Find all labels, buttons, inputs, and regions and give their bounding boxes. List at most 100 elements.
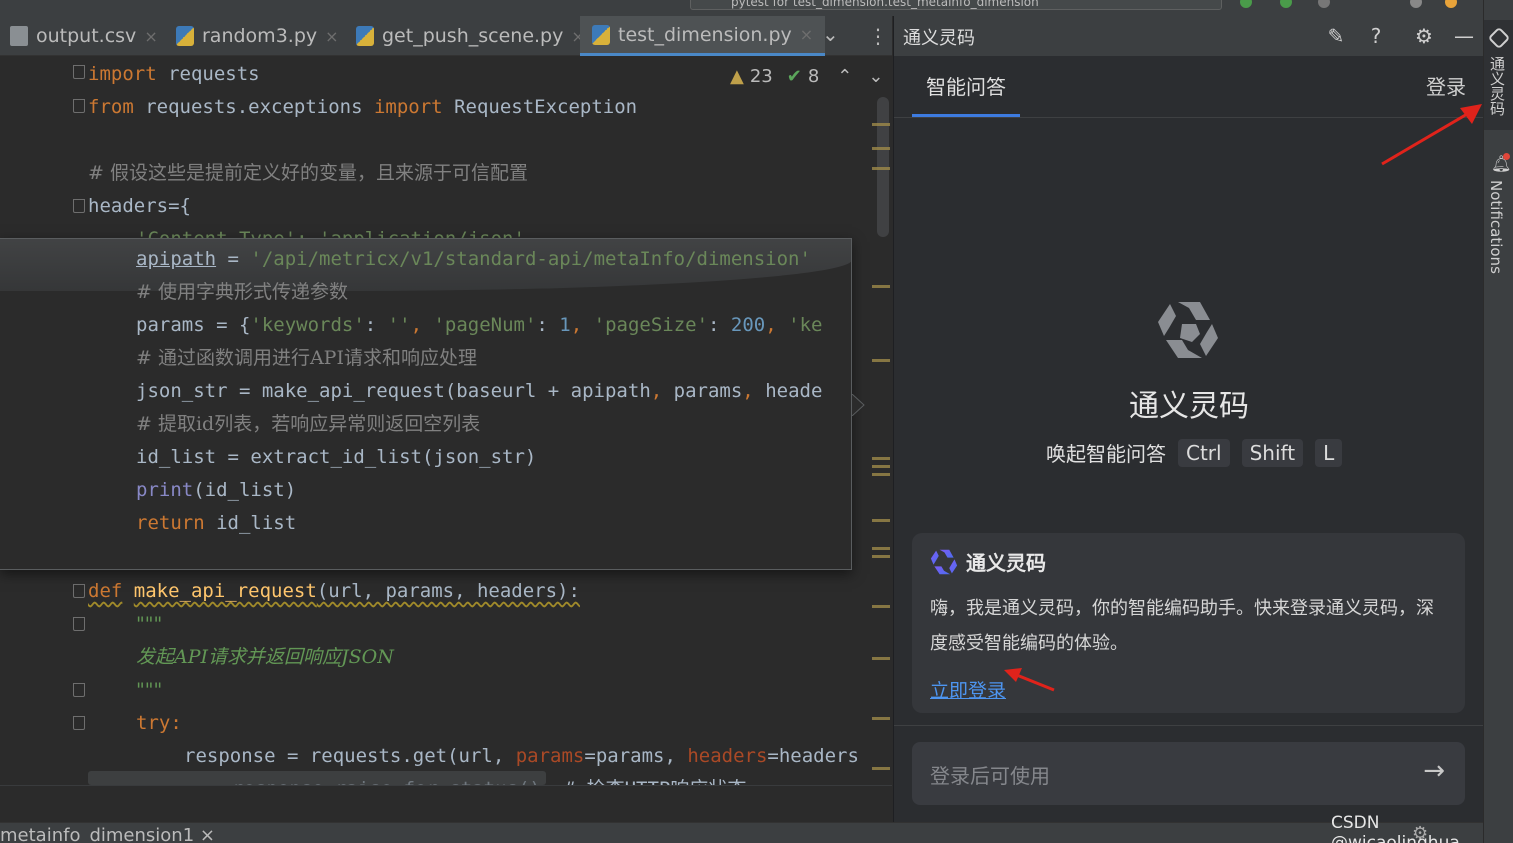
python-file-icon xyxy=(176,26,194,46)
python-file-icon xyxy=(356,26,374,46)
run-icon[interactable] xyxy=(1240,0,1252,8)
warning-icon: ▲ xyxy=(730,66,744,87)
error-stripe-mark[interactable] xyxy=(872,767,890,770)
key-shift: Shift xyxy=(1241,438,1304,467)
check-icon: ✔ xyxy=(786,66,802,87)
error-stripe-mark[interactable] xyxy=(872,717,890,720)
card-body: 嗨，我是通义灵码，你的智能编码助手。快来登录通义灵码，深度感受智能编码的体验。 xyxy=(930,598,1434,654)
tongyi-logo-icon xyxy=(1158,302,1218,358)
search-icon[interactable] xyxy=(1410,0,1422,8)
code-line: id_list = extract_id_list(json_str) xyxy=(136,446,537,468)
tool-window-tongyi[interactable]: 通义灵码 xyxy=(1487,56,1508,116)
error-stripe-mark[interactable] xyxy=(872,473,890,476)
tab-smart-qa[interactable]: 智能问答 xyxy=(912,56,1020,117)
docstring: """ xyxy=(136,613,163,635)
fold-marker-icon[interactable] xyxy=(73,99,85,113)
debug-icon[interactable] xyxy=(1280,0,1292,8)
login-now-link[interactable]: 立即登录 xyxy=(930,676,1006,703)
code-comment: # 提取id列表，若响应异常则返回空列表 xyxy=(136,413,481,435)
docstring: """ xyxy=(136,679,163,701)
tab-label: output.csv xyxy=(36,25,137,47)
error-stripe-mark[interactable] xyxy=(872,457,890,460)
error-stripe-mark[interactable] xyxy=(872,167,890,170)
edit-icon[interactable]: ✎ xyxy=(1322,22,1350,50)
code-comment: # 通过函数调用进行API请求和响应处理 xyxy=(136,347,477,369)
tool-window-notifications[interactable]: Notifications xyxy=(1487,180,1505,274)
key-ctrl: Ctrl xyxy=(1178,438,1230,467)
close-icon[interactable]: × xyxy=(144,27,157,46)
code-line: json_str = make_api_request(baseurl + ap… xyxy=(136,380,823,402)
csv-file-icon xyxy=(10,26,28,46)
tongyi-lingma-panel: 通义灵码 ✎ ? ⚙ — 智能问答 登录 通义灵码 唤起智能问答 Ctrl Sh… xyxy=(893,16,1484,822)
popup-pointer xyxy=(851,394,865,416)
tab-get-push-scene[interactable]: get_push_scene.py × xyxy=(356,16,585,56)
error-stripe-mark[interactable] xyxy=(872,147,890,150)
watermark: CSDN @wjcaolinghua xyxy=(1331,813,1460,843)
code-line: headers={ xyxy=(88,195,191,217)
fold-marker-icon[interactable] xyxy=(73,683,85,697)
tab-test-dimension[interactable]: test_dimension.py × xyxy=(580,16,826,56)
code-line: def make_api_request(url, params, header… xyxy=(88,580,580,602)
code-line: import requests xyxy=(88,63,260,85)
right-tool-strip: 通义灵码 🔔︎ Notifications xyxy=(1483,0,1513,843)
tab-output-csv[interactable]: output.csv × xyxy=(10,16,158,56)
shortcut-hint: 唤起智能问答 Ctrl Shift L xyxy=(1046,438,1343,467)
error-stripe-mark[interactable] xyxy=(872,605,890,608)
notification-dot xyxy=(1503,153,1510,160)
chevron-down-icon[interactable]: ⌄ xyxy=(868,66,883,87)
error-stripe-mark[interactable] xyxy=(872,657,890,660)
fold-marker-icon[interactable] xyxy=(73,617,85,631)
warning-count: 23 xyxy=(749,66,773,87)
chevron-up-icon[interactable]: ⌃ xyxy=(837,66,852,87)
fold-marker-icon[interactable] xyxy=(73,716,85,730)
fold-marker-icon[interactable] xyxy=(73,199,85,213)
inspection-widget[interactable]: ▲ 23 ✔ 8 ⌃ ⌄ xyxy=(730,66,883,87)
code-line: return id_list xyxy=(136,512,297,534)
code-line: params = {'keywords': '', 'pageNum': 1, … xyxy=(136,314,823,336)
editor-breadcrumb-bar xyxy=(0,785,892,825)
run-configuration-selector[interactable]: pytest for test_dimension.test_metainfo_… xyxy=(690,0,1222,10)
error-stripe-mark[interactable] xyxy=(872,465,890,468)
panel-tabs: 智能问答 登录 xyxy=(894,56,1484,118)
main-toolbar: pytest for test_dimension.test_metainfo_… xyxy=(0,0,1483,16)
error-stripe-mark[interactable] xyxy=(872,285,890,288)
error-stripe-mark[interactable] xyxy=(872,519,890,522)
tab-label: test_dimension.py xyxy=(618,23,792,46)
code-peek-popup[interactable]: apipath = '/api/metricx/v1/standard-api/… xyxy=(0,238,852,570)
more-vertical-icon[interactable]: ⋮ xyxy=(868,24,888,48)
welcome-card: 通义灵码 嗨，我是通义灵码，你的智能编码助手。快来登录通义灵码，深度感受智能编码… xyxy=(912,533,1465,713)
divider xyxy=(894,725,1484,726)
close-icon[interactable]: × xyxy=(800,25,813,44)
chat-input[interactable]: 登录后可使用 → xyxy=(912,742,1465,805)
error-stripe-mark[interactable] xyxy=(872,123,890,126)
run-tab-label[interactable]: metainfo_dimension1 × xyxy=(0,825,215,843)
code-line: print(id_list) xyxy=(136,479,297,501)
panel-title: 通义灵码 xyxy=(903,28,975,49)
code-comment: # 假设这些是提前定义好的变量，且来源于可信配置 xyxy=(88,162,528,184)
close-icon[interactable]: × xyxy=(325,27,338,46)
gear-icon[interactable]: ⚙ xyxy=(1410,22,1438,50)
fold-marker-icon[interactable] xyxy=(73,584,85,598)
tongyi-logo-icon xyxy=(930,549,958,574)
error-stripe-mark[interactable] xyxy=(872,359,890,362)
send-arrow-icon[interactable]: → xyxy=(1423,756,1445,786)
card-title: 通义灵码 xyxy=(930,547,1046,576)
help-icon[interactable]: ? xyxy=(1362,22,1390,50)
chevron-down-icon[interactable]: ⌄ xyxy=(822,22,839,46)
login-button[interactable]: 登录 xyxy=(1426,56,1466,118)
fold-marker-icon[interactable] xyxy=(73,65,85,79)
code-comment: # 使用字典形式传递参数 xyxy=(136,281,348,303)
tab-random3[interactable]: random3.py × xyxy=(176,16,339,56)
update-icon[interactable] xyxy=(1445,0,1457,8)
error-stripe-mark[interactable] xyxy=(872,555,890,558)
tab-label: random3.py xyxy=(202,25,318,47)
key-l: L xyxy=(1315,438,1343,467)
code-line: try: xyxy=(136,712,182,734)
ok-count: 8 xyxy=(807,66,820,87)
error-stripe-mark[interactable] xyxy=(872,547,890,550)
horizontal-scrollbar[interactable] xyxy=(88,771,546,785)
minimize-icon[interactable]: — xyxy=(1450,22,1478,50)
shortcut-label: 唤起智能问答 xyxy=(1046,442,1166,466)
coverage-icon[interactable] xyxy=(1318,0,1330,8)
run-tool-window-tabs: metainfo_dimension1 × ⚙ xyxy=(0,822,1483,843)
